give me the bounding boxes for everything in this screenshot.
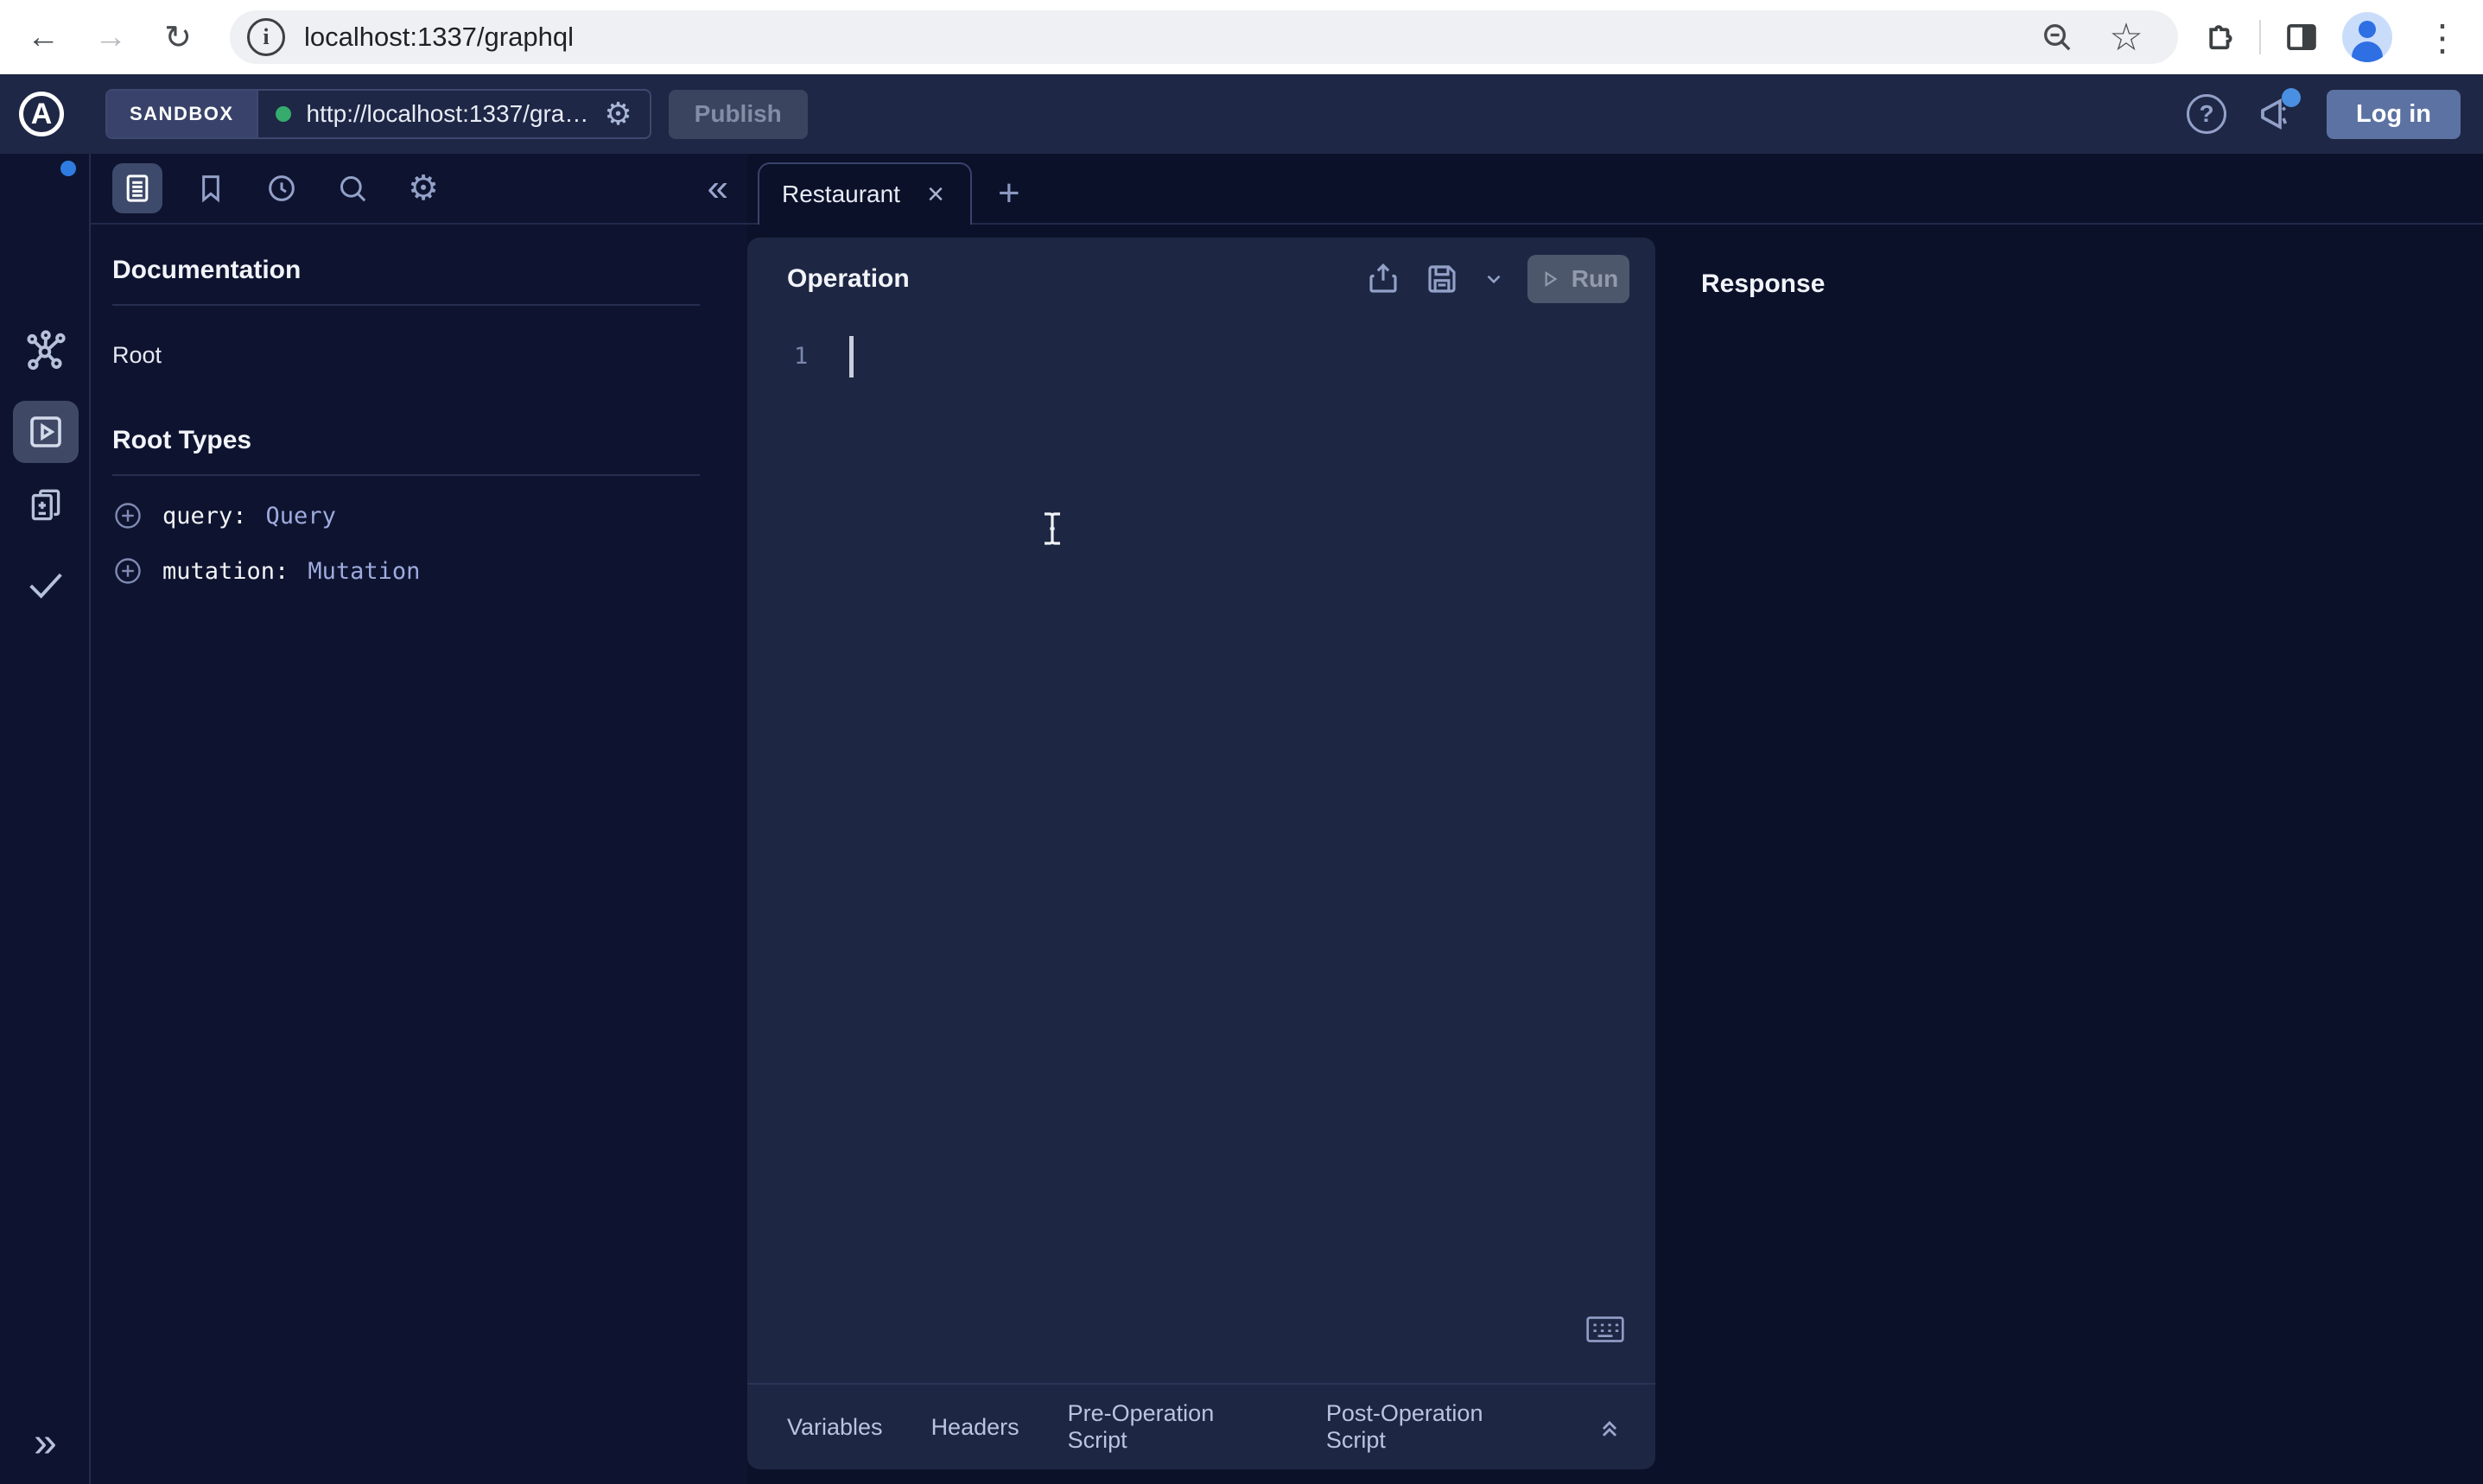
- documentation-panel: ⚙ « Documentation Root Root Types query:…: [91, 154, 747, 1484]
- root-types-divider: [112, 474, 700, 476]
- response-title: Response: [1701, 270, 1825, 299]
- mouse-ibeam-cursor: [1041, 511, 1064, 546]
- run-label: Run: [1572, 265, 1618, 293]
- endpoint-url-field[interactable]: http://localhost:1337/gra… ⚙: [258, 91, 650, 137]
- field-row-query: query: Query: [112, 500, 726, 531]
- endpoint-group: SANDBOX http://localhost:1337/gra… ⚙: [105, 89, 651, 139]
- operation-panel: Operation: [747, 238, 1655, 1469]
- field-name[interactable]: query:: [162, 503, 247, 530]
- field-type-link[interactable]: Query: [266, 503, 336, 530]
- extensions-icon[interactable]: [2200, 19, 2237, 55]
- tab-pre-operation-script[interactable]: Pre-Operation Script: [1068, 1400, 1278, 1454]
- publish-button[interactable]: Publish: [669, 90, 808, 139]
- line-number: 1: [794, 343, 808, 377]
- apollo-logo[interactable]: A: [19, 92, 64, 136]
- sidebar-item-schema[interactable]: [0, 327, 91, 373]
- sidebar-item-changelog[interactable]: [0, 484, 91, 527]
- tab-restaurant[interactable]: Restaurant ×: [758, 162, 972, 225]
- docs-title: Documentation: [112, 256, 726, 285]
- text-caret: [849, 336, 854, 377]
- tab-label: Restaurant: [782, 181, 924, 208]
- tab-close-icon[interactable]: ×: [924, 180, 948, 209]
- field-row-mutation: mutation: Mutation: [112, 555, 726, 587]
- sidebar-item-checks[interactable]: [0, 561, 91, 606]
- browser-toolbar: ← → ↻ i localhost:1337/graphql ☆: [0, 0, 2483, 74]
- add-field-icon[interactable]: [112, 500, 143, 531]
- collapse-panel-icon[interactable]: «: [708, 167, 728, 210]
- apollo-header: A SANDBOX http://localhost:1337/gra… ⚙ P…: [0, 74, 2483, 154]
- docs-tab-history-icon[interactable]: [259, 166, 304, 211]
- endpoint-url-text[interactable]: http://localhost:1337/gra…: [307, 100, 589, 128]
- connection-status-dot: [276, 106, 291, 122]
- toolbar-divider: [2259, 20, 2261, 54]
- save-options-chevron-icon[interactable]: [1483, 268, 1505, 290]
- profile-avatar[interactable]: [2342, 12, 2392, 62]
- add-tab-icon[interactable]: +: [998, 174, 1020, 212]
- docs-root-link[interactable]: Root: [112, 342, 726, 369]
- operation-title: Operation: [787, 264, 1365, 294]
- expand-footer-icon[interactable]: [1595, 1412, 1624, 1442]
- browser-reload-icon[interactable]: ↻: [150, 10, 206, 65]
- root-types-title: Root Types: [112, 426, 726, 455]
- operation-editor[interactable]: 1: [747, 320, 1655, 377]
- workspace-region: Restaurant × + Operation: [747, 154, 2483, 1484]
- announcements-icon[interactable]: [2256, 93, 2297, 135]
- help-icon[interactable]: ?: [2187, 94, 2226, 134]
- apollo-sandbox-app: ← → ↻ i localhost:1337/graphql ☆: [0, 0, 2483, 1484]
- sandbox-badge: SANDBOX: [107, 91, 258, 137]
- tab-headers[interactable]: Headers: [931, 1414, 1019, 1441]
- side-panel-icon[interactable]: [2283, 19, 2320, 55]
- sidebar-item-explorer[interactable]: [0, 401, 91, 463]
- save-operation-icon[interactable]: [1424, 261, 1460, 297]
- schema-notification-dot: [60, 161, 76, 176]
- bookmark-star-icon[interactable]: ☆: [2099, 10, 2154, 65]
- share-operation-icon[interactable]: [1365, 261, 1401, 297]
- docs-tab-search-icon[interactable]: [330, 166, 375, 211]
- connection-settings-icon[interactable]: ⚙: [604, 98, 632, 130]
- tab-variables[interactable]: Variables: [787, 1414, 883, 1441]
- field-type-link[interactable]: Mutation: [308, 558, 420, 585]
- docs-tab-saved-icon[interactable]: [188, 166, 233, 211]
- browser-menu-icon[interactable]: ⋮: [2415, 10, 2470, 65]
- url-text[interactable]: localhost:1337/graphql: [304, 22, 2040, 53]
- address-bar[interactable]: i localhost:1337/graphql ☆: [230, 10, 2178, 64]
- left-sidebar: »: [0, 154, 91, 1484]
- browser-forward-icon[interactable]: →: [83, 10, 138, 65]
- announcement-notification-dot: [2282, 88, 2301, 107]
- field-name[interactable]: mutation:: [162, 558, 289, 585]
- explorer-active-tile: [13, 401, 79, 463]
- browser-back-icon[interactable]: ←: [16, 10, 71, 65]
- add-field-icon[interactable]: [112, 555, 143, 587]
- login-button[interactable]: Log in: [2327, 90, 2461, 139]
- tab-post-operation-script[interactable]: Post-Operation Script: [1326, 1400, 1546, 1454]
- sidebar-expand-icon[interactable]: »: [0, 1419, 91, 1467]
- docs-tab-documentation[interactable]: [112, 163, 162, 213]
- zoom-out-icon[interactable]: [2040, 20, 2074, 54]
- run-button[interactable]: Run: [1527, 255, 1629, 303]
- site-info-icon[interactable]: i: [247, 18, 285, 56]
- operation-footer: Variables Headers Pre-Operation Script P…: [747, 1383, 1655, 1469]
- keyboard-shortcuts-icon[interactable]: [1586, 1315, 1624, 1344]
- docs-tab-settings-icon[interactable]: ⚙: [401, 166, 446, 211]
- operation-tabstrip: Restaurant × +: [747, 154, 2483, 225]
- docs-divider: [112, 304, 700, 306]
- docs-toolbar: ⚙ «: [91, 154, 747, 225]
